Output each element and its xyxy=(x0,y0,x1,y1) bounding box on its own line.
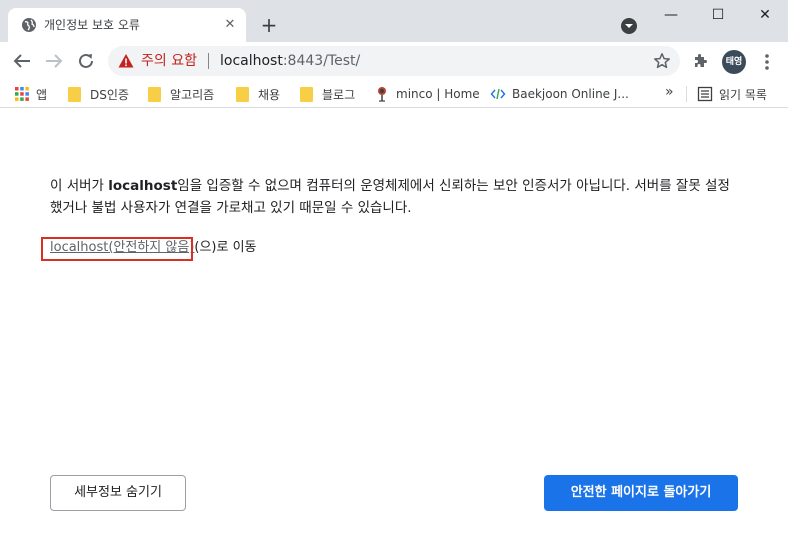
tab-active[interactable]: 개인정보 보호 오류 ✕ xyxy=(8,8,246,42)
bookmark-minco[interactable]: minco | Home xyxy=(374,84,480,104)
bookmark-folder-blog[interactable]: 블로그 xyxy=(298,84,355,104)
new-tab-button[interactable]: + xyxy=(258,14,280,36)
bookmarks-divider xyxy=(686,86,687,102)
reading-list-label: 읽기 목록 xyxy=(719,87,767,102)
bookmark-label: DS인증 xyxy=(90,87,129,102)
profile-avatar[interactable]: 태영 xyxy=(722,50,746,74)
error-description: 이 서버가 localhost임을 입증할 수 없으며 컴퓨터의 운영체제에서 … xyxy=(50,175,740,219)
bookmark-baekjoon[interactable]: Baekjoon Online J... xyxy=(490,84,629,104)
bookmark-folder-algorithm[interactable]: 알고리즘 xyxy=(146,84,214,104)
folder-icon xyxy=(68,86,81,102)
bookmark-label: 앱 xyxy=(36,87,48,102)
minimize-button[interactable]: — xyxy=(658,4,684,26)
folder-icon xyxy=(300,86,313,102)
interstitial-page: 이 서버가 localhost임을 입증할 수 없으며 컴퓨터의 운영체제에서 … xyxy=(0,109,788,533)
address-bar[interactable]: 주의 요함 localhost:8443/Test/ xyxy=(108,46,680,76)
back-to-safety-button[interactable]: 안전한 페이지로 돌아가기 xyxy=(544,475,738,511)
url-path: :8443/Test/ xyxy=(282,53,361,69)
hide-details-button[interactable]: 세부정보 숨기기 xyxy=(50,475,186,511)
description-text: 이 서버가 xyxy=(50,178,109,194)
warning-icon[interactable] xyxy=(118,53,134,69)
tab-search-icon[interactable] xyxy=(619,16,639,36)
highlight-box xyxy=(41,237,193,261)
extensions-puzzle-icon[interactable] xyxy=(692,52,710,70)
not-secure-label[interactable]: 주의 요함 xyxy=(141,52,197,70)
globe-icon xyxy=(22,18,36,32)
bookmark-label: Baekjoon Online J... xyxy=(512,87,629,101)
apps-grid-icon xyxy=(15,87,29,101)
folder-icon xyxy=(148,86,161,102)
site-icon xyxy=(378,87,386,102)
proceed-suffix: (으)로 이동 xyxy=(194,240,257,255)
tab-close-icon[interactable]: ✕ xyxy=(222,17,238,33)
bookmark-folder-jobs[interactable]: 채용 xyxy=(234,84,280,104)
reload-icon[interactable] xyxy=(74,49,98,73)
kebab-menu-icon[interactable] xyxy=(760,52,774,72)
bookmark-apps[interactable]: 앱 xyxy=(14,84,47,104)
bookmark-label: 알고리즘 xyxy=(170,87,215,102)
description-host: localhost xyxy=(108,178,178,194)
folder-icon xyxy=(236,86,249,102)
reading-list-button[interactable]: 읽기 목록 xyxy=(697,84,767,104)
back-arrow-icon[interactable] xyxy=(10,49,34,73)
omnibox-divider xyxy=(208,53,209,69)
close-window-button[interactable]: ✕ xyxy=(752,4,778,26)
bookmark-folder-ds[interactable]: DS인증 xyxy=(66,84,129,104)
reading-list-icon xyxy=(697,86,713,102)
tab-strip: 개인정보 보호 오류 ✕ + — ☐ ✕ xyxy=(0,0,788,42)
bookmarks-overflow-button[interactable]: » xyxy=(665,84,674,100)
forward-arrow-icon[interactable] xyxy=(42,49,66,73)
bookmark-label: minco | Home xyxy=(396,87,480,101)
tab-title: 개인정보 보호 오류 xyxy=(44,18,140,32)
url-text[interactable]: localhost:8443/Test/ xyxy=(220,52,360,70)
bookmark-label: 채용 xyxy=(258,87,281,102)
bookmark-star-icon[interactable] xyxy=(653,52,671,70)
url-host: localhost xyxy=(220,53,283,69)
code-icon xyxy=(490,88,506,100)
bookmark-label: 블로그 xyxy=(322,87,356,102)
maximize-button[interactable]: ☐ xyxy=(705,4,731,26)
